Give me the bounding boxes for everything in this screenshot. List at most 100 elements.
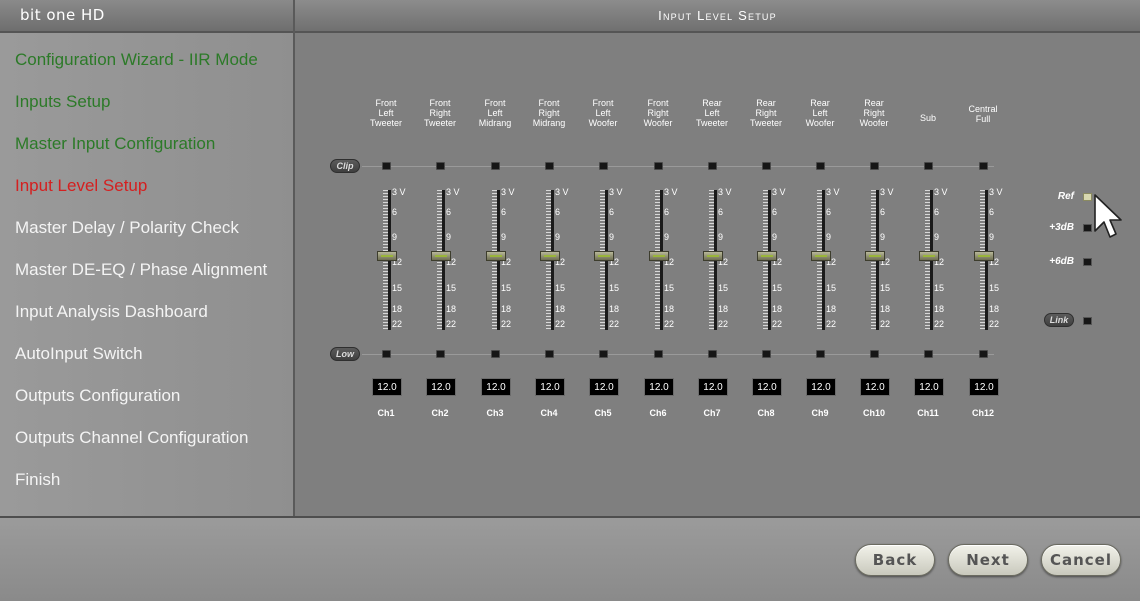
low-led: [599, 350, 608, 358]
level-value[interactable]: 12.0: [589, 378, 619, 396]
clip-led: [816, 162, 825, 170]
fader-scale-mark: 6: [392, 207, 398, 217]
fader-scale-top: 3 V: [934, 187, 948, 197]
channel-name: Ch5: [594, 408, 612, 418]
level-value[interactable]: 12.0: [481, 378, 511, 396]
fader-scale-mark: 15: [989, 283, 1000, 293]
fader-scale-mark: 6: [664, 207, 670, 217]
fader-scale-mark: 9: [664, 232, 670, 242]
sidebar-item-3[interactable]: Master Input Configuration: [15, 134, 215, 154]
fader-scale-mark: 6: [501, 207, 507, 217]
fader-knob[interactable]: [919, 251, 939, 262]
channel-label: Front Left Tweeter: [369, 98, 402, 128]
fader-scale-mark: 18: [934, 304, 945, 314]
sidebar-item-9[interactable]: Outputs Configuration: [15, 386, 180, 406]
level-value[interactable]: 12.0: [535, 378, 565, 396]
ref-toggle[interactable]: [1083, 193, 1092, 201]
clip-led: [924, 162, 933, 170]
fader-scale-mark: 22: [826, 319, 837, 329]
fader-knob[interactable]: [486, 251, 506, 262]
fader-scale-mark: 22: [555, 319, 566, 329]
channel-label: Rear Right Tweeter: [749, 98, 782, 128]
fader-knob[interactable]: [865, 251, 885, 262]
channel-name: Ch1: [377, 408, 395, 418]
ref-label: Ref: [1057, 191, 1074, 202]
sidebar-item-8[interactable]: AutoInput Switch: [15, 344, 143, 364]
fader-knob[interactable]: [594, 251, 614, 262]
level-value[interactable]: 12.0: [698, 378, 728, 396]
level-value[interactable]: 12.0: [914, 378, 944, 396]
clip-row-line: [362, 166, 994, 167]
level-value[interactable]: 12.0: [372, 378, 402, 396]
fader-knob[interactable]: [649, 251, 669, 262]
cancel-button[interactable]: Cancel: [1041, 544, 1121, 576]
channel-name: Ch11: [917, 408, 939, 418]
level-value[interactable]: 12.0: [426, 378, 456, 396]
fader-scale-mark: 9: [446, 232, 452, 242]
fader-knob[interactable]: [540, 251, 560, 262]
channel-label: Rear Left Woofer: [805, 98, 835, 128]
back-button[interactable]: Back: [855, 544, 935, 576]
fader-knob[interactable]: [811, 251, 831, 262]
clip-led: [545, 162, 554, 170]
fader-scale-top: 3 V: [555, 187, 569, 197]
channel-label: Front Right Midrang: [532, 98, 566, 128]
low-led: [382, 350, 391, 358]
sidebar-item-4[interactable]: Input Level Setup: [15, 176, 147, 196]
plus3db-toggle[interactable]: [1083, 224, 1092, 232]
sidebar-item-11[interactable]: Finish: [15, 470, 60, 490]
sidebar-item-1[interactable]: Configuration Wizard - IIR Mode: [15, 50, 258, 70]
fader-scale-mark: 9: [880, 232, 886, 242]
fader-scale-mark: 15: [826, 283, 837, 293]
channel-label: Front Right Tweeter: [423, 98, 456, 128]
clip-led: [979, 162, 988, 170]
fader-scale-mark: 18: [718, 304, 729, 314]
link-label: Link: [1044, 313, 1074, 327]
channel-label: Front Right Woofer: [643, 98, 673, 128]
channel-label: Rear Right Woofer: [859, 98, 889, 128]
channel-label: Rear Left Tweeter: [695, 98, 728, 128]
level-value[interactable]: 12.0: [969, 378, 999, 396]
sidebar-item-5[interactable]: Master Delay / Polarity Check: [15, 218, 239, 238]
next-button[interactable]: Next: [948, 544, 1028, 576]
sidebar: Configuration Wizard - IIR Mode Inputs Se…: [0, 33, 293, 516]
channel-name: Ch6: [649, 408, 667, 418]
sidebar-item-2[interactable]: Inputs Setup: [15, 92, 110, 112]
fader-scale-mark: 6: [934, 207, 940, 217]
fader-scale-mark: 6: [989, 207, 995, 217]
fader-knob[interactable]: [757, 251, 777, 262]
fader-scale-top: 3 V: [446, 187, 460, 197]
sidebar-item-6[interactable]: Master DE-EQ / Phase Alignment: [15, 260, 267, 280]
fader-knob[interactable]: [974, 251, 994, 262]
fader-scale-mark: 18: [392, 304, 403, 314]
sidebar-item-10[interactable]: Outputs Channel Configuration: [15, 428, 248, 448]
fader-scale-mark: 22: [609, 319, 620, 329]
link-toggle[interactable]: [1083, 317, 1092, 325]
channel-name: Ch7: [703, 408, 721, 418]
fader-scale-mark: 6: [609, 207, 615, 217]
fader-knob[interactable]: [377, 251, 397, 262]
fader-scale-mark: 22: [718, 319, 729, 329]
level-value[interactable]: 12.0: [860, 378, 890, 396]
level-value[interactable]: 12.0: [644, 378, 674, 396]
channel-name: Ch8: [757, 408, 775, 418]
channel-label: Front Left Woofer: [588, 98, 618, 128]
plus6db-toggle[interactable]: [1083, 258, 1092, 266]
fader-scale-mark: 9: [609, 232, 615, 242]
sidebar-item-7[interactable]: Input Analysis Dashboard: [15, 302, 208, 322]
fader-knob[interactable]: [703, 251, 723, 262]
clip-led: [491, 162, 500, 170]
level-value[interactable]: 12.0: [806, 378, 836, 396]
fader-scale-top: 3 V: [392, 187, 406, 197]
app-title: bit one HD: [0, 0, 293, 33]
clip-label: Clip: [330, 159, 360, 173]
fader-scale-mark: 6: [826, 207, 832, 217]
low-led: [816, 350, 825, 358]
clip-led: [382, 162, 391, 170]
fader-knob[interactable]: [431, 251, 451, 262]
fader-scale-mark: 6: [880, 207, 886, 217]
level-value[interactable]: 12.0: [752, 378, 782, 396]
fader-scale-mark: 15: [609, 283, 620, 293]
fader-scale-mark: 9: [826, 232, 832, 242]
fader-scale-mark: 22: [934, 319, 945, 329]
